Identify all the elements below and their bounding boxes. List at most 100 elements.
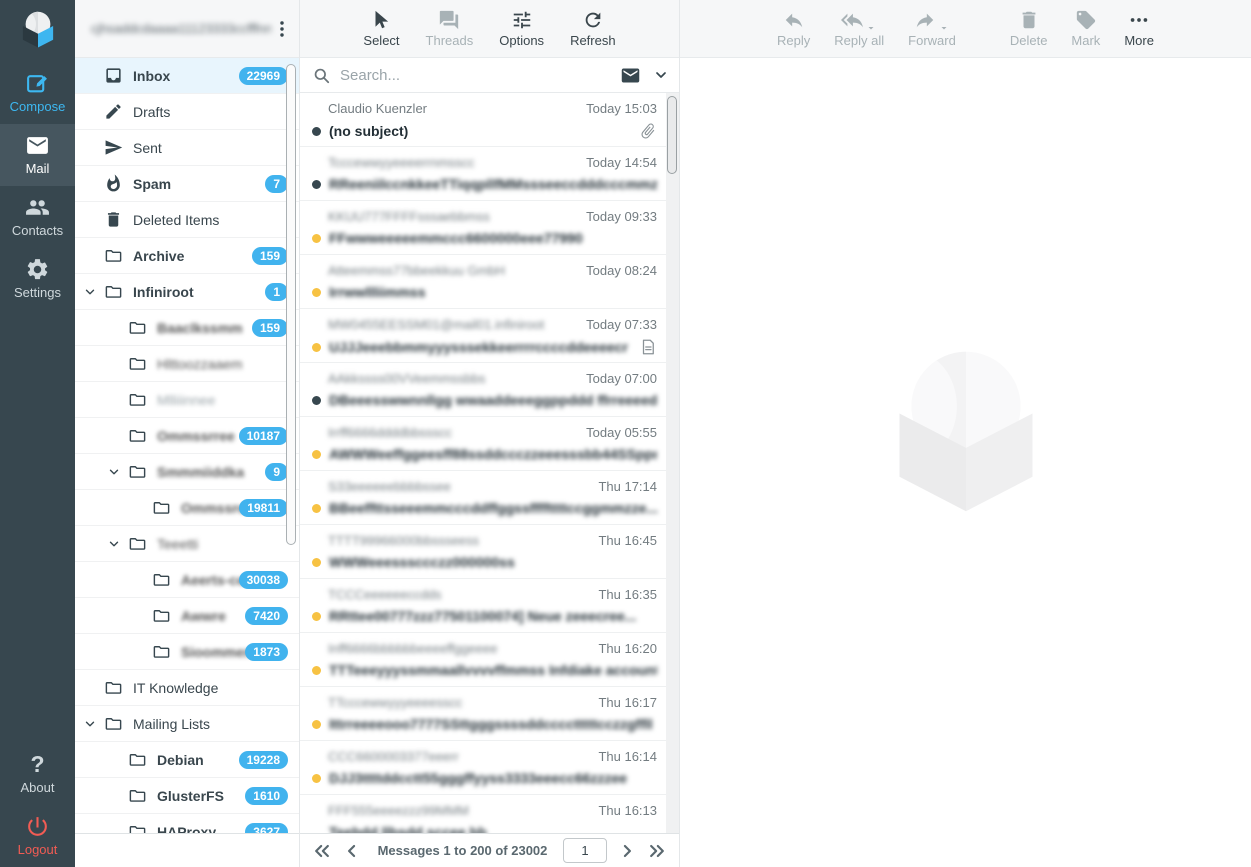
message-status-dot[interactable] (312, 558, 321, 567)
toolbar-button-label: Reply (777, 33, 810, 48)
toolbar-button-label: Forward (908, 33, 956, 48)
message-row[interactable]: TCCCeeeeeeccdds Thu 16:35 RRttee00777zzz… (300, 579, 679, 633)
folder-row-ommssrree[interactable]: Ommssrree 10187 (75, 418, 299, 454)
refresh-button[interactable]: Refresh (570, 9, 616, 48)
folder-row-teeetti[interactable]: Teeetti (75, 526, 299, 562)
message-status-dot[interactable] (312, 828, 321, 834)
message-row[interactable]: TTcccewwyyyeeeesscc Thu 16:17 Ittrreeeeo… (300, 687, 679, 741)
message-status-dot[interactable] (312, 127, 321, 136)
folder-row-aeerts-ce[interactable]: Aeerts-ce 30038 (75, 562, 299, 598)
folder-panel-footer (75, 833, 299, 867)
folder-row-deleted-items[interactable]: Deleted Items (75, 202, 299, 238)
message-status-dot[interactable] (312, 774, 321, 783)
folder-row-drafts[interactable]: Drafts (75, 94, 299, 130)
message-status-dot[interactable] (312, 288, 321, 297)
sidebar-item-contacts[interactable]: Contacts (0, 186, 75, 248)
folder-scrollbar-thumb[interactable] (286, 64, 296, 545)
sidebar-item-logout[interactable]: Logout (0, 805, 75, 867)
folder-row-awwre[interactable]: Awwre 7420 (75, 598, 299, 634)
message-row[interactable]: Irrff6666ddddbbssscc Today 05:55 AWWWeef… (300, 417, 679, 471)
folder-row-sent[interactable]: Sent (75, 130, 299, 166)
collapse-chevron-icon[interactable] (107, 537, 121, 551)
options-button[interactable]: Options (499, 9, 544, 48)
folder-row-debian[interactable]: Debian 19228 (75, 742, 299, 778)
collapse-chevron-icon[interactable] (83, 717, 97, 731)
sidebar-item-about[interactable]: ?About (0, 743, 75, 805)
message-status-dot[interactable] (312, 234, 321, 243)
folder-row-glusterfs[interactable]: GlusterFS 1610 (75, 778, 299, 814)
message-date: Thu 16:45 (598, 533, 657, 548)
folder-row-smmmiiddka[interactable]: Smmmiiddka 9 (75, 454, 299, 490)
folder-row-infiniroot[interactable]: Infiniroot 1 (75, 274, 299, 310)
last-page-button[interactable] (647, 841, 667, 861)
message-status-dot[interactable] (312, 720, 321, 729)
folder-name: Archive (133, 248, 184, 264)
message-row[interactable]: FFF555eeeezzz99MMM Thu 16:13 Teebdd llbs… (300, 795, 679, 833)
search-scope-mail-icon[interactable] (620, 65, 641, 86)
sidebar-item-compose[interactable]: Compose (0, 62, 75, 124)
list-scrollbar-thumb[interactable] (667, 96, 677, 174)
app-logo[interactable] (0, 0, 75, 62)
collapse-chevron-icon[interactable] (83, 285, 97, 299)
sidebar-item-mail[interactable]: Mail (0, 124, 75, 186)
search-icon (312, 66, 331, 85)
search-options-chevron-icon[interactable] (653, 67, 669, 83)
folder-row-it-knowledge[interactable]: IT Knowledge (75, 670, 299, 706)
select-button[interactable]: Select (363, 9, 399, 48)
dropdown-caret-icon[interactable] (938, 21, 950, 33)
folder-row-mlliiinnee[interactable]: Mlliiinnee (75, 382, 299, 418)
page-number-input[interactable] (563, 838, 607, 863)
message-status-dot[interactable] (312, 180, 321, 189)
folder-name: Sent (133, 140, 162, 156)
reply-all-button[interactable]: Reply all (834, 9, 884, 48)
message-row[interactable]: Tcccewwyyeeeerrnmsscc Today 14:54 RReeni… (300, 147, 679, 201)
folder-icon (128, 462, 147, 481)
folder-row-haproxy[interactable]: HAProxy 3627 (75, 814, 299, 833)
folder-row-sioommene[interactable]: Sioommene 1873 (75, 634, 299, 670)
message-status-dot[interactable] (312, 504, 321, 513)
folder-row-hlttoozzaaem[interactable]: Hlttoozzaaem (75, 346, 299, 382)
collapse-chevron-icon[interactable] (107, 465, 121, 479)
forward-button[interactable]: Forward (908, 9, 956, 48)
folder-name: Baaclkssmm (157, 320, 243, 336)
kebab-menu-icon[interactable] (271, 18, 293, 40)
first-page-button[interactable] (312, 841, 332, 861)
message-row[interactable]: S33eeeeeebbbbssee Thu 17:14 BBeeffttssee… (300, 471, 679, 525)
delete-button[interactable]: Delete (1010, 9, 1048, 48)
folder-row-mailing-lists[interactable]: Mailing Lists (75, 706, 299, 742)
folder-row-ommssre[interactable]: Ommssre 19811 (75, 490, 299, 526)
reply-button[interactable]: Reply (777, 9, 810, 48)
sidebar-item-settings[interactable]: Settings (0, 248, 75, 310)
message-row[interactable]: AAkkssss00VVeemmssbbs Today 07:00 DBeees… (300, 363, 679, 417)
more-button[interactable]: More (1124, 9, 1154, 48)
taskbar: ComposeMailContactsSettings ?AboutLogout (0, 0, 75, 867)
mark-button[interactable]: Mark (1071, 9, 1100, 48)
threads-button[interactable]: Threads (426, 9, 474, 48)
folder-row-spam[interactable]: Spam 7 (75, 166, 299, 202)
folder-row-inbox[interactable]: Inbox 22969 (75, 58, 299, 94)
message-row[interactable]: Inff6666bbbbbbeeeeffggeeee Thu 16:20 TTT… (300, 633, 679, 687)
message-status-dot[interactable] (312, 612, 321, 621)
message-row[interactable]: KKUU777FFFFsssaebbmss Today 09:33 FFwwwe… (300, 201, 679, 255)
message-row[interactable]: Claudio Kuenzler Today 15:03 (no subject… (300, 93, 679, 147)
next-page-button[interactable] (617, 841, 637, 861)
search-input[interactable] (340, 67, 620, 84)
prev-page-button[interactable] (342, 841, 362, 861)
message-date: Today 08:24 (586, 263, 657, 278)
message-status-dot[interactable] (312, 396, 321, 405)
message-subject: DBeeesswwnnllgg wwaaddeeeggppddd ffrreee… (329, 392, 657, 408)
message-row[interactable]: MW0455EESSM01@mail01.infiniroot Today 07… (300, 309, 679, 363)
folder-icon (128, 390, 147, 409)
message-row[interactable]: Atteemmss77bbeekkuu GmbH Today 08:24 Irr… (300, 255, 679, 309)
message-status-dot[interactable] (312, 343, 321, 352)
message-status-dot[interactable] (312, 666, 321, 675)
folder-icon (128, 750, 147, 769)
message-row[interactable]: TTTT99966000bbssseess Thu 16:45 WWWeeess… (300, 525, 679, 579)
message-row[interactable]: CCC6600003377eeerr Thu 16:14 DJJ3ttttddc… (300, 741, 679, 795)
message-status-dot[interactable] (312, 450, 321, 459)
list-scrollbar-track[interactable] (666, 93, 679, 833)
folder-row-baaclkssmm[interactable]: Baaclkssmm 159 (75, 310, 299, 346)
folder-row-archive[interactable]: Archive 159 (75, 238, 299, 274)
dropdown-caret-icon[interactable] (865, 21, 877, 33)
folder-name: Spam (133, 176, 171, 192)
